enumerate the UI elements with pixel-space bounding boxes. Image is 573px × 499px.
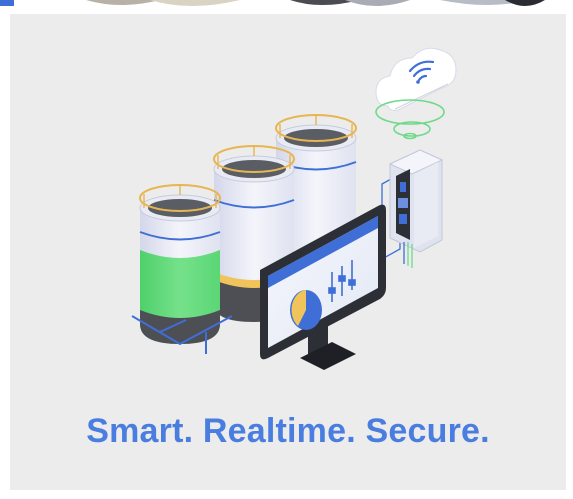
control-panel-icon <box>381 149 444 268</box>
cloud-wifi-icon <box>375 47 457 111</box>
tank-front <box>131 184 233 354</box>
tagline: Smart. Realtime. Secure. <box>86 412 490 450</box>
pie-chart-icon <box>290 290 322 330</box>
hero-card: Smart. Realtime. Secure. <box>10 14 566 490</box>
top-image-strip <box>0 0 573 14</box>
